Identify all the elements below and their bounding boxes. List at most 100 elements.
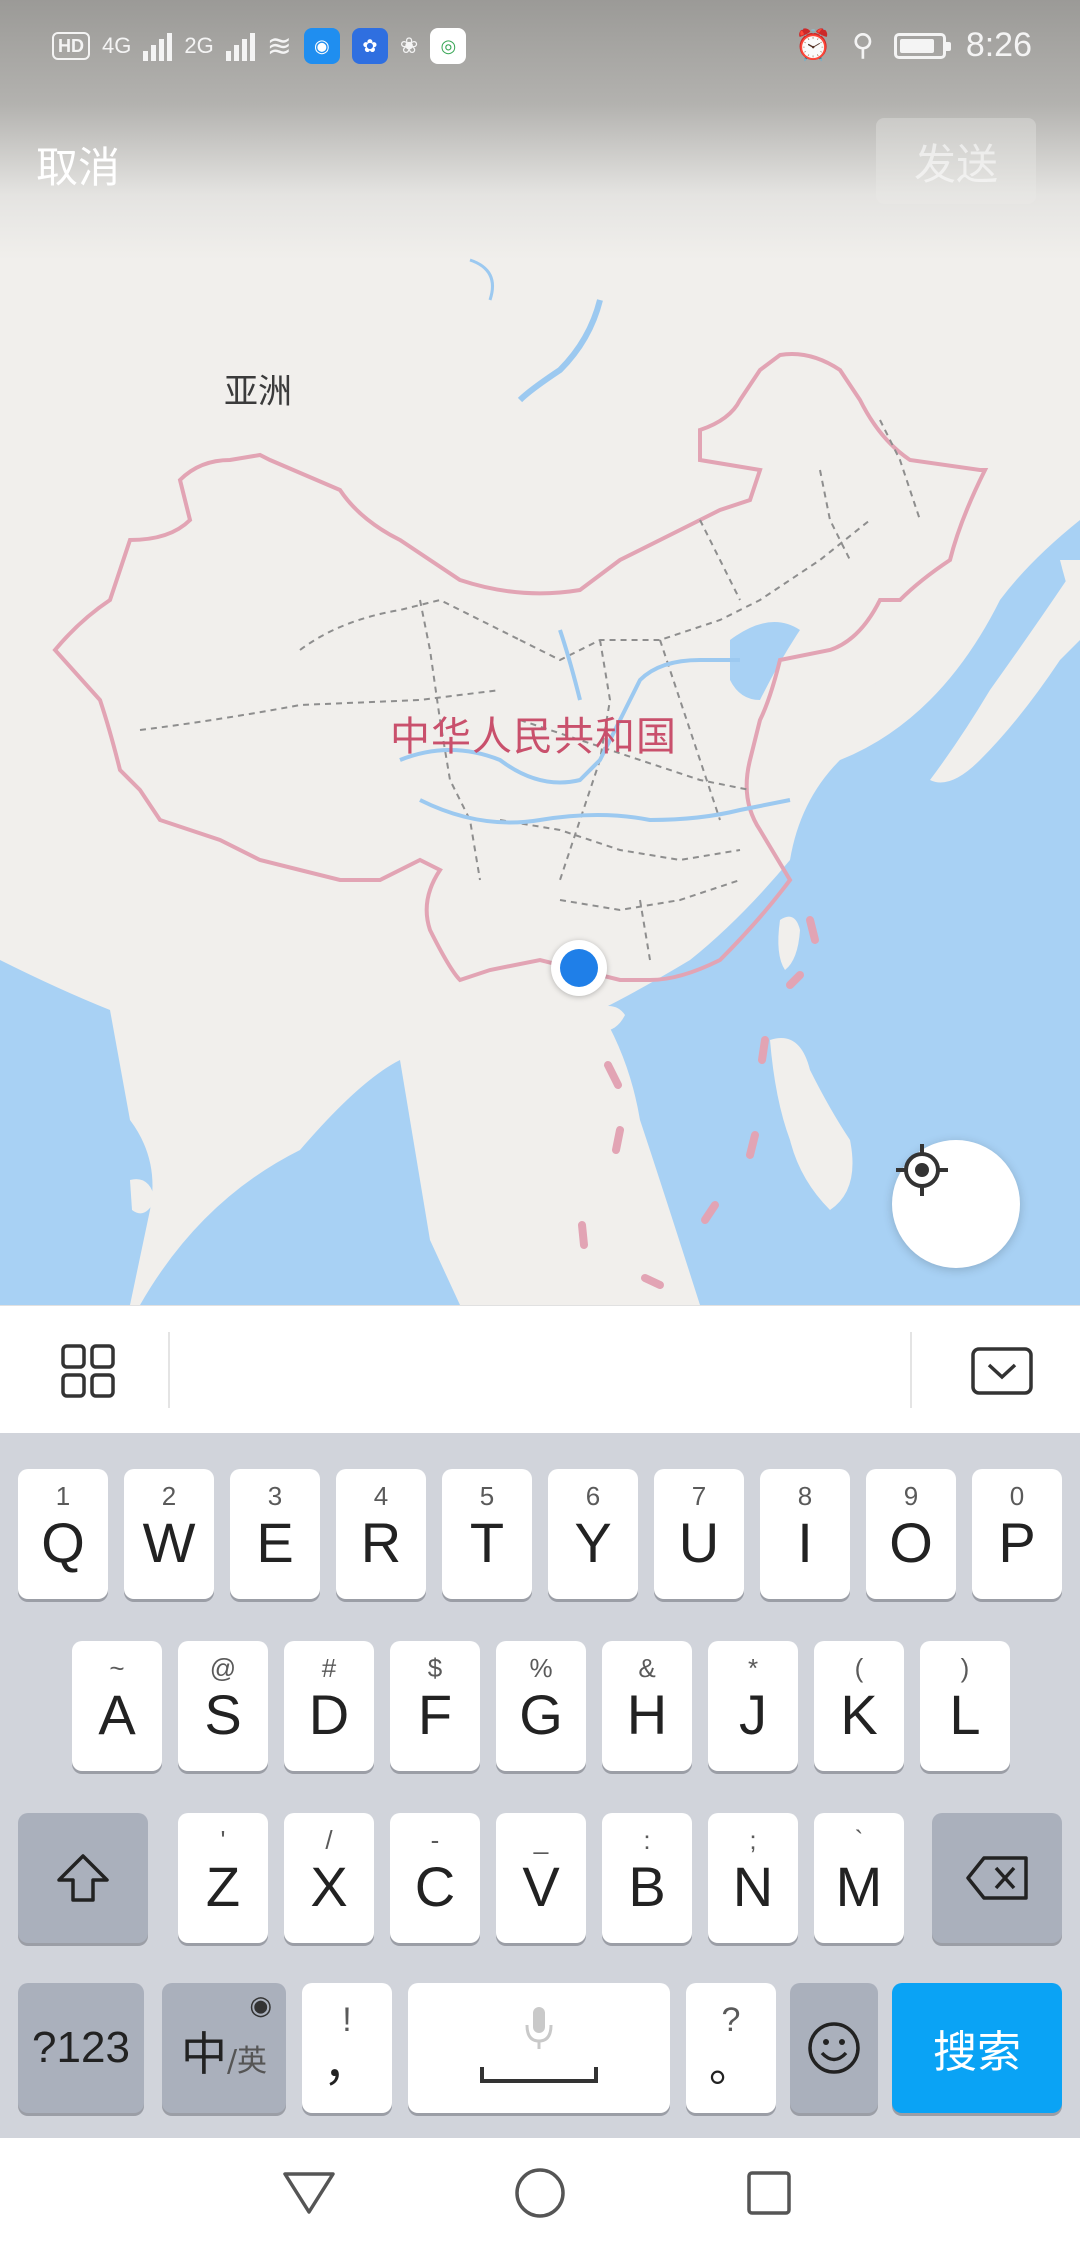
numbers-key[interactable]: ?123 — [18, 1983, 144, 2113]
space-bar-icon — [480, 2067, 598, 2083]
key-g[interactable]: % G — [496, 1641, 586, 1771]
language-switch-key[interactable]: ◉ 中 /英 — [162, 1983, 286, 2113]
key-x-label: X — [310, 1855, 348, 1918]
key-o-label: O — [889, 1511, 933, 1574]
recents-nav-button[interactable] — [734, 2158, 804, 2228]
key-n-label: N — [732, 1855, 774, 1918]
key-x-secondary: / — [325, 1825, 333, 1855]
key-c-secondary: - — [430, 1825, 440, 1855]
signal-icon — [225, 31, 255, 61]
country-label: 中华人民共和国 — [390, 714, 677, 760]
key-j-secondary: * — [747, 1653, 759, 1683]
recents-square-icon — [747, 2171, 791, 2215]
space-key[interactable] — [408, 1983, 670, 2113]
keyboard-menu-button[interactable] — [48, 1336, 128, 1406]
key-p-label: P — [998, 1511, 1036, 1574]
battery-icon — [893, 32, 951, 59]
key-k[interactable]: (K — [814, 1641, 904, 1771]
key-b[interactable]: :B — [602, 1813, 692, 1943]
key-y-secondary: 6 — [585, 1481, 601, 1511]
back-triangle-icon — [283, 2172, 335, 2214]
language-key-main: 中 — [180, 2027, 227, 2081]
period-key-main: 。 — [709, 2042, 753, 2091]
toolbar-divider — [910, 1332, 912, 1408]
key-z[interactable]: ' Z — [178, 1813, 268, 1943]
key-q[interactable]: 1Q — [18, 1469, 108, 1599]
key-p[interactable]: 0P — [972, 1469, 1062, 1599]
key-i-label: I — [797, 1511, 813, 1574]
key-t-secondary: 5 — [479, 1481, 495, 1511]
key-n-secondary: ; — [749, 1825, 757, 1855]
key-f-secondary: $ — [427, 1653, 443, 1683]
hd-badge: HD — [52, 32, 90, 60]
sim2-label: 2G — [184, 33, 214, 58]
key-y[interactable]: 6Y — [548, 1469, 638, 1599]
key-s[interactable]: @ S — [178, 1641, 268, 1771]
keyboard-toolbar — [0, 1305, 1080, 1434]
key-r-secondary: 4 — [373, 1481, 389, 1511]
key-p-secondary: 0 — [1009, 1481, 1025, 1511]
key-l[interactable]: ) L — [920, 1641, 1010, 1771]
key-h[interactable]: & H — [602, 1641, 692, 1771]
key-n[interactable]: ; N — [708, 1813, 798, 1943]
key-w[interactable]: 2W — [124, 1469, 214, 1599]
key-a-secondary: ~ — [109, 1653, 125, 1683]
key-u[interactable]: 7U — [654, 1469, 744, 1599]
shift-icon — [57, 1854, 109, 1902]
locate-me-button[interactable] — [892, 1140, 1020, 1268]
signal-icon — [143, 31, 173, 61]
period-key[interactable]: ? 。 — [686, 1983, 776, 2113]
back-nav-button[interactable] — [274, 2158, 344, 2228]
key-v[interactable]: _ V — [496, 1813, 586, 1943]
key-d-label: D — [308, 1683, 350, 1746]
comma-key[interactable]: ! ， — [302, 1983, 392, 2113]
send-button[interactable]: 发送 — [876, 118, 1036, 204]
keyboard-collapse-icon — [971, 1347, 1033, 1395]
wifi-icon: ≋ — [266, 29, 292, 63]
key-b-label: B — [628, 1855, 666, 1918]
cancel-button[interactable]: 取消 — [36, 134, 120, 195]
key-d[interactable]: # D — [284, 1641, 374, 1771]
key-k-secondary: ( — [854, 1653, 864, 1683]
baidu-app-icon: ✿ — [351, 28, 388, 64]
key-c[interactable]: -C — [390, 1813, 480, 1943]
sim1-label: 4G — [102, 33, 132, 58]
camera-app-icon: ◎ — [430, 28, 467, 64]
shift-key[interactable] — [18, 1813, 148, 1943]
key-u-label: U — [678, 1511, 720, 1574]
wifi-app-icon: ◉ — [303, 28, 340, 64]
key-k-label: K — [840, 1683, 878, 1746]
key-m[interactable]: ` M — [814, 1813, 904, 1943]
emoji-key[interactable] — [790, 1983, 878, 2113]
key-j[interactable]: * J — [708, 1641, 798, 1771]
key-a[interactable]: ~ A — [72, 1641, 162, 1771]
key-v-secondary: _ — [533, 1825, 549, 1855]
key-l-secondary: ) — [960, 1653, 970, 1683]
key-z-secondary: ' — [220, 1825, 226, 1855]
key-e-label: E — [256, 1511, 294, 1574]
key-w-secondary: 2 — [161, 1481, 177, 1511]
search-key[interactable]: 搜索 — [892, 1983, 1062, 2113]
comma-key-main: ， — [322, 2038, 371, 2091]
key-f[interactable]: $ F — [390, 1641, 480, 1771]
key-o-secondary: 9 — [903, 1481, 919, 1511]
key-e[interactable]: 3E — [230, 1469, 320, 1599]
key-r-label: R — [360, 1511, 402, 1574]
key-t[interactable]: 5T — [442, 1469, 532, 1599]
key-h-secondary: & — [638, 1653, 656, 1683]
search-key-label: 搜索 — [933, 2027, 1021, 2078]
key-i-secondary: 8 — [797, 1481, 813, 1511]
hide-keyboard-button[interactable] — [960, 1336, 1044, 1406]
status-bar: HD 4G 2G ≋ ◉ ✿ ❀ ◎ ⏰ ⚲ 8:26 — [0, 0, 1080, 98]
backspace-key[interactable] — [932, 1813, 1062, 1943]
key-s-secondary: @ — [209, 1653, 237, 1683]
key-q-secondary: 1 — [55, 1481, 71, 1511]
home-nav-button[interactable] — [505, 2158, 575, 2228]
home-circle-icon — [515, 2168, 565, 2218]
key-i[interactable]: 8I — [760, 1469, 850, 1599]
key-o[interactable]: 9O — [866, 1469, 956, 1599]
map-view[interactable]: HD 4G 2G ≋ ◉ ✿ ❀ ◎ ⏰ ⚲ 8:26 取消 发送 亚洲 中华人… — [0, 0, 1080, 1305]
key-y-label: Y — [574, 1511, 612, 1574]
key-x[interactable]: / X — [284, 1813, 374, 1943]
key-r[interactable]: 4R — [336, 1469, 426, 1599]
